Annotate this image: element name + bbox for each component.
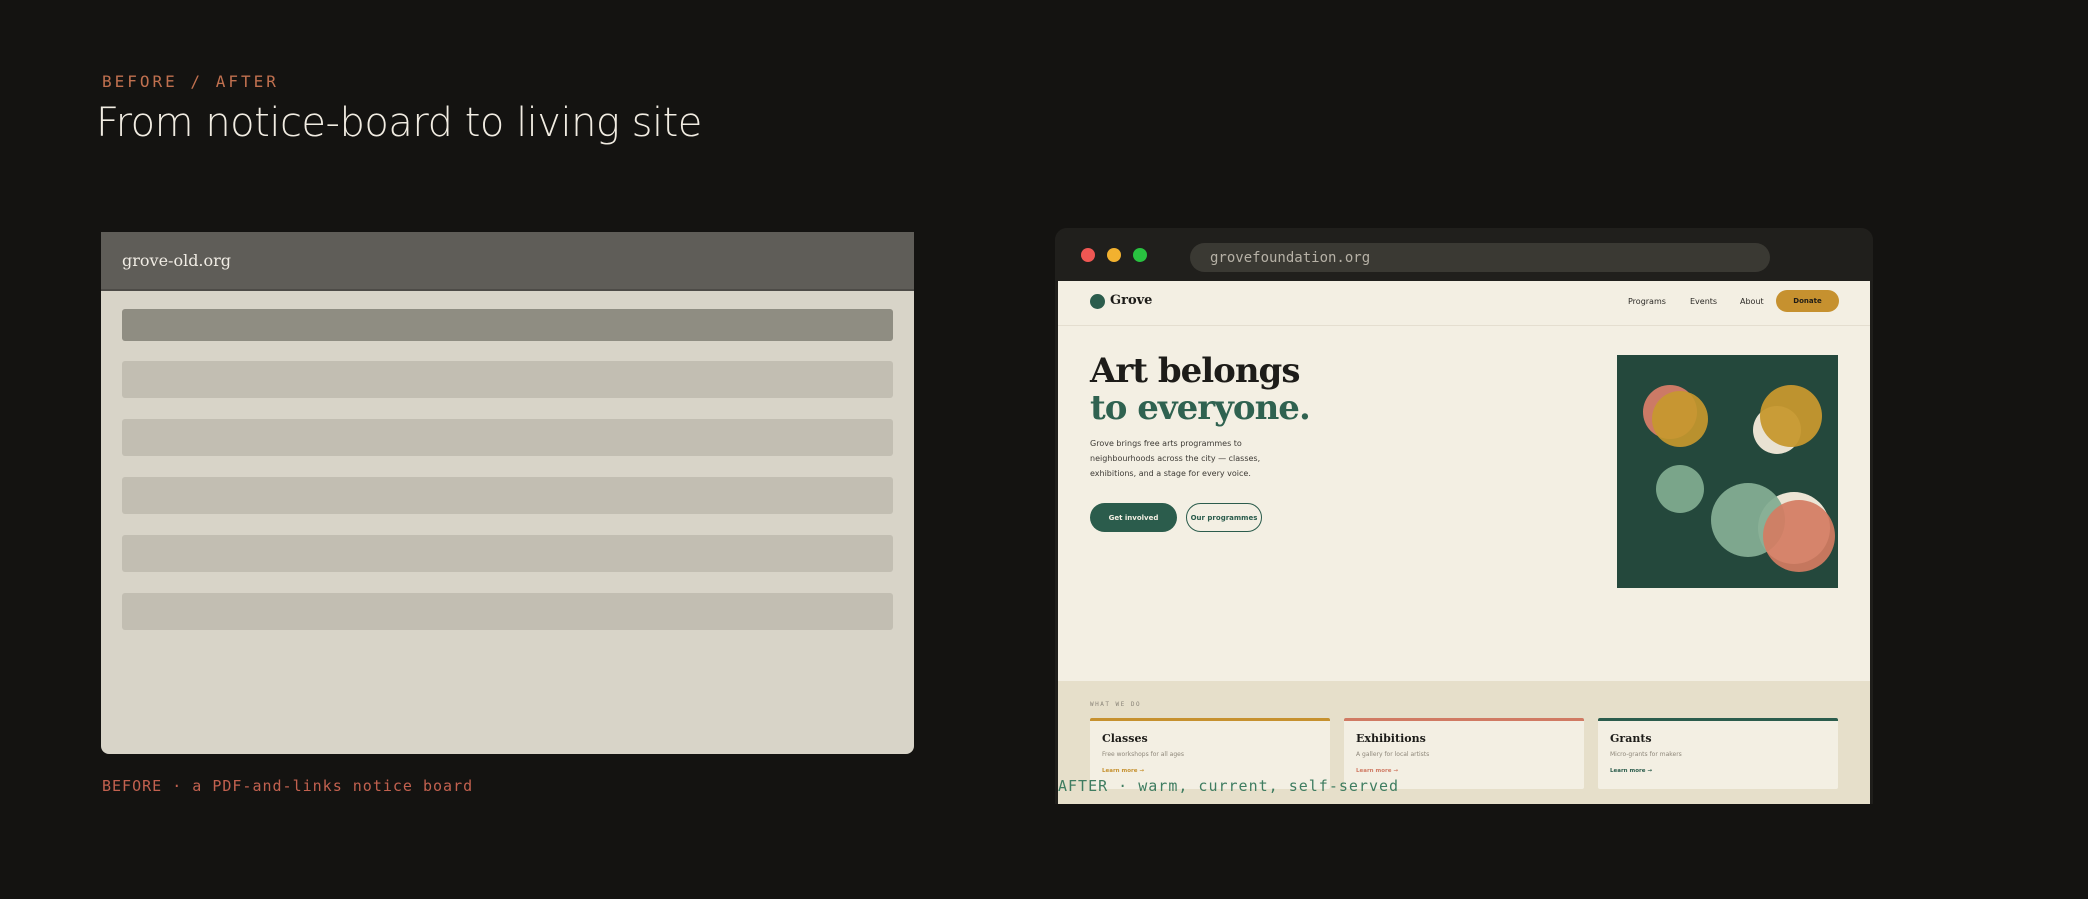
hero-headline-line2: to everyone. [1090,388,1311,428]
card-description: Micro-grants for makers [1610,751,1682,758]
nav-link-events[interactable]: Events [1690,297,1717,306]
after-browser-window: grovefoundation.org Grove Programs Event… [1055,228,1873,804]
logo-icon[interactable] [1090,294,1105,309]
artwork-circle [1763,500,1835,572]
browser-chrome: grovefoundation.org [1055,228,1873,281]
old-url: grove-old.org [122,251,232,270]
card-learn-more-link[interactable]: Learn more → [1610,768,1652,774]
page-title: From notice-board to living site [96,100,702,146]
eyebrow-label: BEFORE / AFTER [102,72,279,91]
hero-headline-line1: Art belongs [1090,351,1300,391]
card-description: Free workshops for all ages [1102,751,1184,758]
artwork-circle [1652,391,1708,447]
close-window-icon[interactable] [1081,248,1095,262]
hero-description: Grove brings free arts programmes to nei… [1090,439,1261,478]
site-nav: Grove Programs Events About Donate [1058,281,1870,326]
minimize-window-icon[interactable] [1107,248,1121,262]
get-involved-button[interactable]: Get involved [1090,503,1177,532]
after-caption: AFTER · warm, current, self-served [1058,777,1400,795]
artwork-circle [1760,385,1822,447]
maximize-window-icon[interactable] [1133,248,1147,262]
old-link-row [122,419,893,456]
card-learn-more-link[interactable]: Learn more → [1356,768,1398,774]
card-grants[interactable]: Grants Micro-grants for makers Learn mor… [1598,718,1838,789]
hero-artwork [1617,355,1838,588]
old-link-row [122,477,893,514]
site-viewport: Grove Programs Events About Donate Art b… [1058,281,1870,804]
before-caption: BEFORE · a PDF-and-links notice board [102,777,474,795]
donate-button[interactable]: Donate [1776,290,1839,312]
nav-link-about[interactable]: About [1740,297,1764,306]
logo-text[interactable]: Grove [1110,293,1152,308]
artwork-circle [1656,465,1704,513]
address-bar-url: grovefoundation.org [1210,249,1371,266]
card-description: A gallery for local artists [1356,751,1430,758]
section-label: WHAT WE DO [1090,701,1142,708]
old-header-row [122,309,893,341]
address-bar[interactable]: grovefoundation.org [1190,243,1770,272]
old-link-row [122,593,893,630]
card-learn-more-link[interactable]: Learn more → [1102,768,1144,774]
nav-link-programs[interactable]: Programs [1628,297,1666,306]
card-title: Exhibitions [1356,732,1426,745]
old-link-row [122,361,893,398]
old-link-row [122,535,893,572]
card-title: Grants [1610,732,1652,745]
our-programmes-button[interactable]: Our programmes [1186,503,1262,532]
card-title: Classes [1102,732,1148,745]
before-panel: grove-old.org [101,232,914,754]
old-address-bar: grove-old.org [101,232,914,291]
